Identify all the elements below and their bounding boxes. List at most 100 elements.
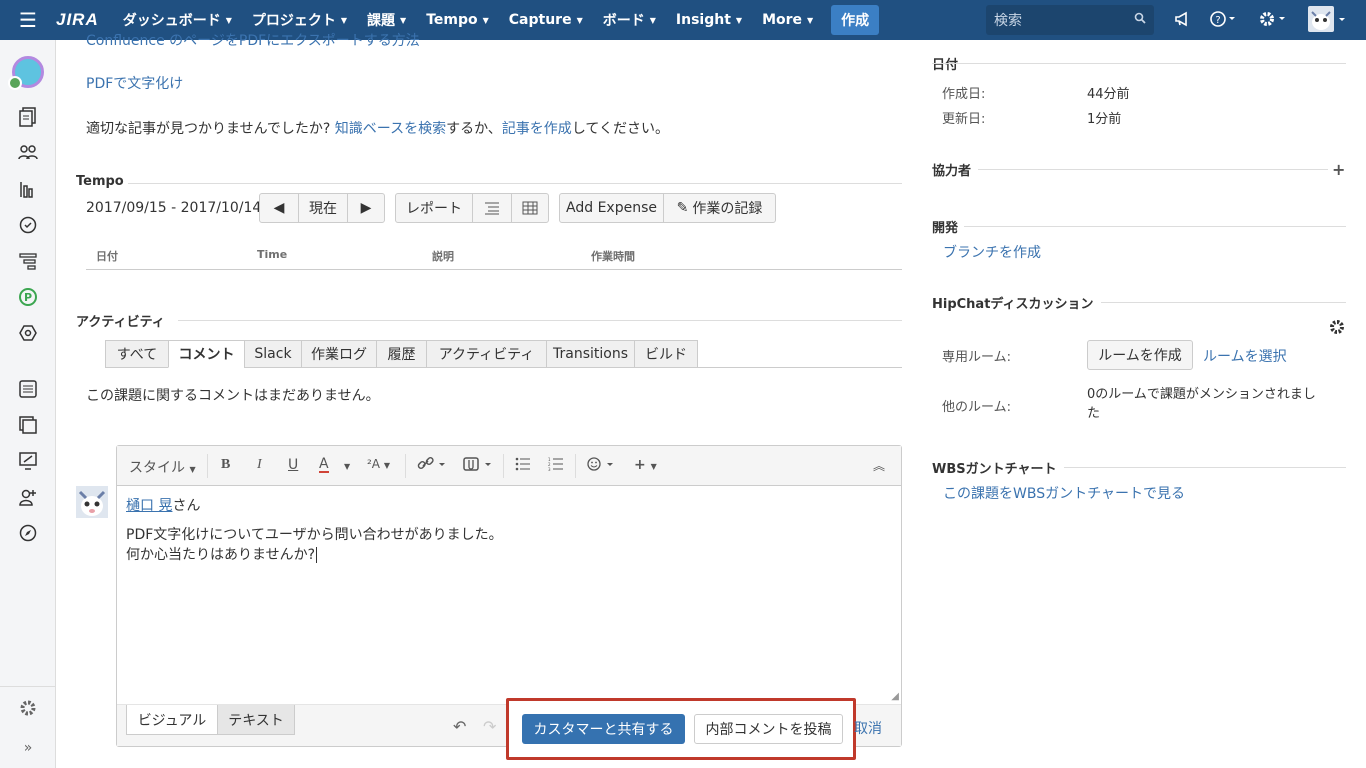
created-label: 作成日: [942, 87, 986, 102]
nav-capture-label: Capture [508, 12, 572, 28]
section-divider [128, 183, 902, 184]
nav-insight[interactable]: Insight ▼ [666, 0, 752, 40]
underline-icon[interactable]: U [288, 457, 298, 473]
tab-transitions[interactable]: Transitions [546, 340, 635, 368]
nav-boards[interactable]: ボード ▼ [593, 0, 666, 40]
nav-tempo[interactable]: Tempo ▼ [416, 0, 499, 40]
sla-clock-icon[interactable] [14, 213, 42, 237]
tab-visual[interactable]: ビジュアル [126, 705, 218, 735]
undo-icon[interactable]: ↶ [453, 717, 466, 736]
megaphone-icon[interactable] [1174, 10, 1192, 32]
kb-article-link[interactable]: Confluence のページをPDFにエクスポートする方法 [86, 32, 420, 50]
tempo-now-button[interactable]: 現在 [298, 193, 348, 223]
settings-gear-icon[interactable] [1258, 10, 1286, 32]
text-color-icon[interactable]: A [319, 457, 329, 473]
text-size-icon[interactable]: ²A ▼ [367, 457, 390, 471]
chevron-down-icon: ▼ [482, 15, 489, 25]
italic-icon[interactable]: I [257, 457, 262, 473]
section-divider [178, 320, 902, 321]
insert-more-icon[interactable]: + ▼ [634, 457, 657, 473]
search-knowledge-base-link[interactable]: 知識ベースを検索 [335, 121, 446, 137]
capture-icon[interactable] [14, 449, 42, 473]
collaborators-section-title: 協力者 [932, 164, 972, 179]
numbered-list-icon[interactable]: 123 [548, 457, 564, 475]
add-collaborator-icon[interactable]: + [1332, 160, 1345, 179]
knowledge-base-icon[interactable] [14, 377, 42, 401]
reports-icon[interactable] [14, 177, 42, 201]
gantt-icon[interactable] [14, 249, 42, 273]
tempo-list-view-button[interactable] [472, 193, 512, 223]
resize-handle-icon[interactable]: ◢ [891, 691, 899, 702]
create-button[interactable]: 作成 [831, 5, 880, 35]
create-room-button[interactable]: ルームを作成 [1087, 340, 1193, 370]
no-comments-text: この課題に関するコメントはまだありません。 [86, 388, 380, 404]
compass-icon[interactable] [14, 521, 42, 545]
arrow-right-icon: ▶ [360, 200, 372, 216]
bold-icon[interactable]: B [221, 457, 230, 473]
tab-history[interactable]: 履歴 [376, 340, 427, 368]
cancel-link[interactable]: 取消 [854, 718, 882, 738]
nav-capture[interactable]: Capture ▼ [499, 0, 593, 40]
user-avatar[interactable] [1308, 6, 1348, 38]
chevron-down-icon: ▼ [807, 15, 814, 25]
create-article-link[interactable]: 記事を作成 [502, 121, 572, 137]
chevron-down-icon[interactable]: ▼ [344, 462, 350, 471]
user-mention[interactable]: 樋口 晃 [126, 498, 172, 514]
style-dropdown[interactable]: スタイル ▼ [129, 457, 196, 477]
pages-icon[interactable] [14, 413, 42, 437]
wbs-gantt-link[interactable]: この課題をWBSガントチャートで見る [943, 483, 1185, 503]
portal-p-icon[interactable]: P [14, 285, 42, 309]
tab-slack[interactable]: Slack [244, 340, 302, 368]
kb-article-link-pdf[interactable]: PDFで文字化け [86, 73, 183, 93]
jira-logo[interactable]: JIRA [56, 10, 99, 30]
search-input[interactable]: 検索 [986, 5, 1154, 35]
tab-activity[interactable]: アクティビティ [426, 340, 547, 368]
log-work-button[interactable]: ✎ 作業の記録 [663, 193, 776, 223]
expand-sidebar-icon[interactable]: » [14, 736, 42, 760]
table-divider [86, 269, 902, 270]
project-settings-gear-icon[interactable] [14, 696, 42, 720]
emoticon-icon[interactable] [587, 457, 617, 475]
created-value: 44分前 [1087, 87, 1130, 102]
tab-comments[interactable]: コメント [168, 340, 245, 368]
comment-body[interactable]: 樋口 晃さん PDF文字化けについてユーザから問い合わせがありました。 何か心当… [126, 495, 503, 565]
tempo-prev-button[interactable]: ◀ [259, 193, 299, 223]
section-divider [1064, 467, 1346, 468]
select-room-link[interactable]: ルームを選択 [1203, 346, 1287, 366]
arrow-left-icon: ◀ [273, 200, 285, 216]
add-expense-button[interactable]: Add Expense [559, 193, 664, 223]
link-icon[interactable] [417, 457, 447, 475]
nav-more-label: More [762, 12, 803, 28]
hexagon-icon[interactable] [14, 321, 42, 345]
attachment-icon[interactable] [463, 457, 495, 475]
section-divider [978, 169, 1328, 170]
other-rooms-value-line1: 0のルームで課題がメンションされまし [1087, 387, 1316, 402]
tab-builds[interactable]: ビルド [634, 340, 698, 368]
collapse-toolbar-icon[interactable]: ︽ [873, 457, 885, 474]
tempo-grid-view-button[interactable] [511, 193, 549, 223]
nav-dashboard-label: ダッシュボード [122, 13, 221, 29]
queues-icon[interactable] [14, 105, 42, 129]
hipchat-settings-gear-icon[interactable] [1329, 319, 1345, 339]
tab-worklog[interactable]: 作業ログ [301, 340, 377, 368]
bullet-list-icon[interactable] [515, 457, 531, 475]
issue-main-column: Confluence のページをPDFにエクスポートする方法 PDFで文字化け … [56, 33, 916, 768]
commenter-avatar [76, 486, 108, 518]
app-switcher-icon[interactable]: ☰ [0, 0, 56, 40]
nav-more[interactable]: More ▼ [752, 0, 823, 40]
internal-comment-button[interactable]: 内部コメントを投稿 [694, 714, 843, 744]
redo-icon[interactable]: ↷ [483, 717, 496, 736]
nav-issues-label: 課題 [367, 13, 396, 29]
share-with-customer-button[interactable]: カスタマーと共有する [522, 714, 685, 744]
chevron-down-icon: ▼ [649, 15, 656, 25]
customers-icon[interactable] [14, 141, 42, 165]
tab-text[interactable]: テキスト [217, 705, 295, 735]
other-rooms-label: 他のルーム: [942, 400, 1011, 415]
svg-text:3: 3 [548, 467, 551, 471]
tempo-report-button[interactable]: レポート [395, 193, 473, 223]
help-icon[interactable]: ? [1210, 10, 1236, 32]
tempo-next-button[interactable]: ▶ [347, 193, 385, 223]
tab-all[interactable]: すべて [105, 340, 169, 368]
create-branch-link[interactable]: ブランチを作成 [943, 242, 1041, 262]
add-user-icon[interactable] [14, 485, 42, 509]
